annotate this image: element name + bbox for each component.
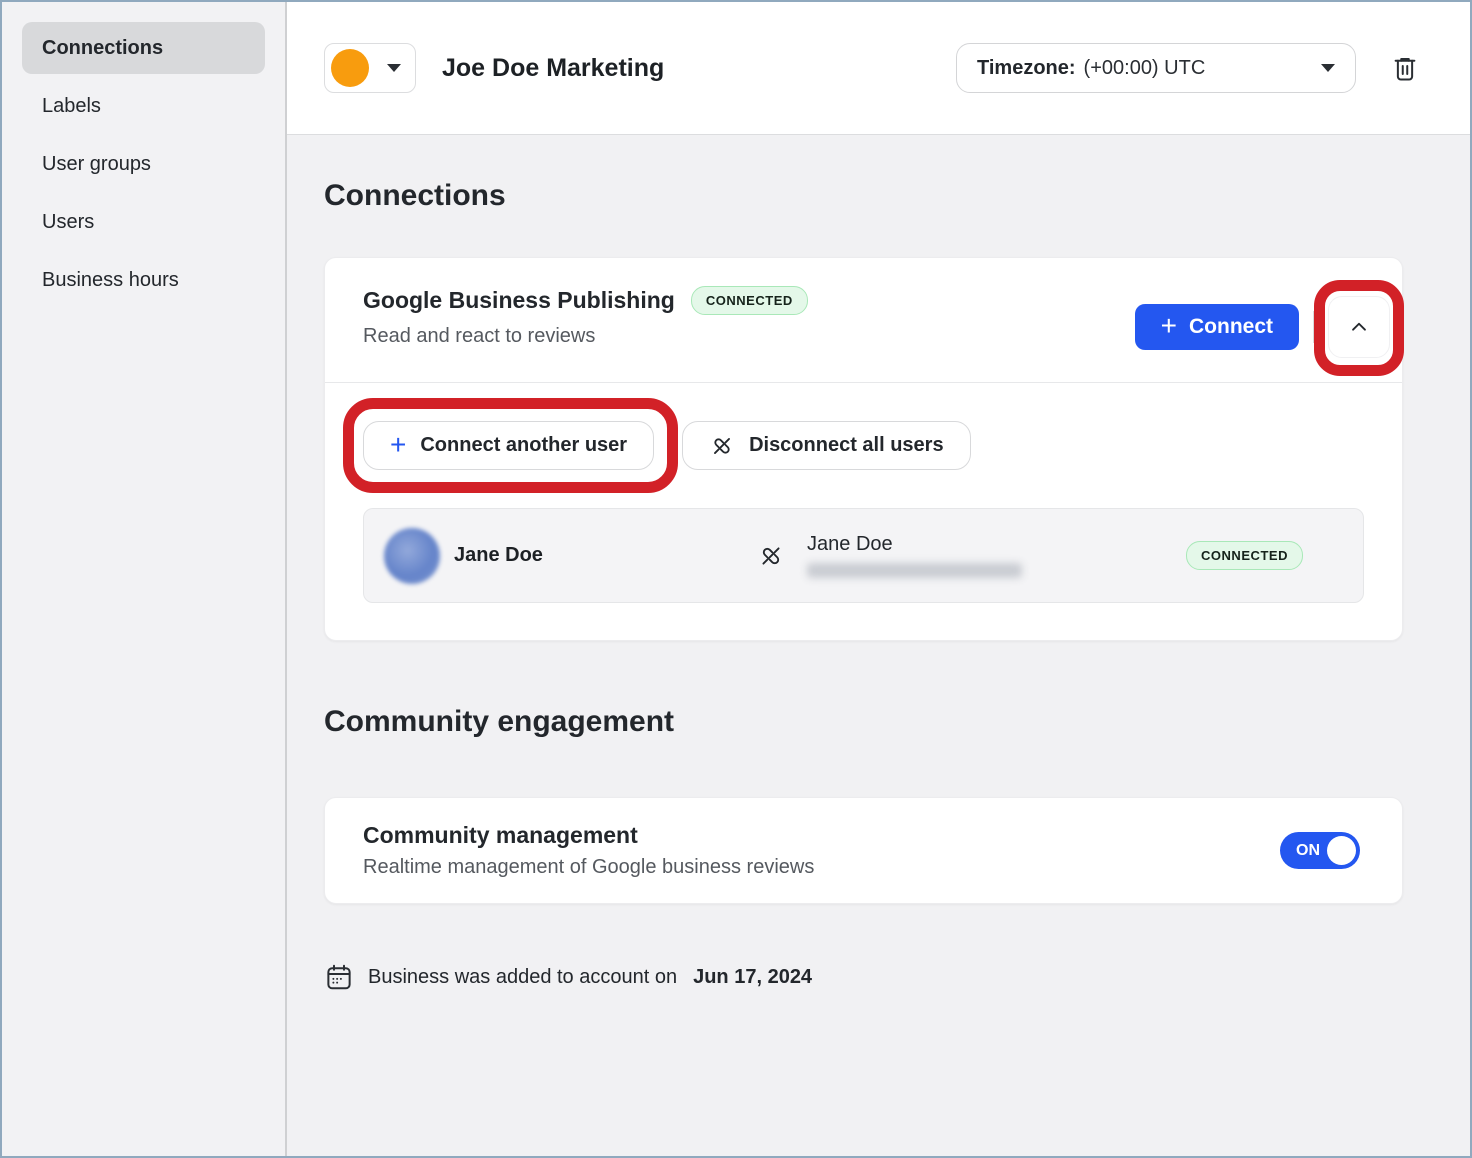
business-added-text: Business was added to account on — [368, 966, 677, 989]
timezone-select[interactable]: Timezone: (+00:00) UTC — [956, 43, 1356, 93]
business-added-note: Business was added to account on Jun 17,… — [324, 962, 1403, 992]
sidebar-item-business-hours[interactable]: Business hours — [22, 254, 265, 306]
connect-button[interactable]: + Connect — [1135, 304, 1299, 350]
community-management-card: Community management Realtime management… — [324, 797, 1403, 904]
trash-icon — [1390, 53, 1420, 83]
sidebar-item-user-groups[interactable]: User groups — [22, 138, 265, 190]
community-card-title: Community management — [363, 822, 814, 849]
user-name: Jane Doe — [454, 544, 543, 567]
connection-card-body: + Connect another user — [325, 382, 1402, 640]
page-title: Joe Doe Marketing — [442, 54, 664, 83]
account-name: Jane Doe — [807, 533, 1022, 556]
collapse-card-button[interactable] — [1328, 296, 1390, 358]
disconnect-all-users-label: Disconnect all users — [749, 434, 944, 457]
connections-heading: Connections — [324, 179, 1403, 213]
timezone-value: (+00:00) UTC — [1084, 57, 1206, 80]
app-window: Connections Labels User groups Users Bus… — [0, 0, 1472, 1158]
toggle-knob — [1327, 836, 1356, 865]
community-management-toggle[interactable]: ON — [1280, 832, 1360, 869]
settings-sidebar: Connections Labels User groups Users Bus… — [2, 2, 287, 1156]
connect-another-user-button[interactable]: + Connect another user — [363, 421, 654, 470]
connection-subtitle: Read and react to reviews — [363, 325, 1135, 348]
sidebar-item-label: Labels — [42, 95, 101, 118]
content-area: Connections Google Business Publishing C… — [287, 135, 1470, 1156]
sidebar-item-label: Users — [42, 211, 94, 234]
redacted-account-id — [807, 563, 1022, 578]
delete-business-button[interactable] — [1390, 53, 1420, 83]
divider — [1313, 311, 1314, 343]
user-avatar — [384, 528, 440, 584]
timezone-label: Timezone: — [977, 57, 1076, 80]
user-actions-row: + Connect another user — [363, 421, 1364, 470]
connection-title: Google Business Publishing — [363, 287, 675, 314]
status-badge: CONNECTED — [1186, 541, 1303, 570]
status-badge: CONNECTED — [691, 286, 808, 315]
sidebar-item-users[interactable]: Users — [22, 196, 265, 248]
toggle-state-label: ON — [1296, 842, 1320, 860]
disconnect-all-users-button[interactable]: Disconnect all users — [682, 421, 971, 470]
business-avatar-select[interactable] — [324, 43, 416, 93]
sidebar-item-label: Connections — [42, 37, 163, 60]
sidebar-item-label: Business hours — [42, 269, 179, 292]
business-avatar — [331, 49, 369, 87]
caret-down-icon — [1321, 64, 1335, 72]
community-engagement-heading: Community engagement — [324, 705, 1403, 739]
google-business-publishing-card: Google Business Publishing CONNECTED Rea… — [324, 257, 1403, 641]
business-header: Joe Doe Marketing Timezone: (+00:00) UTC — [287, 2, 1470, 135]
main-panel: Joe Doe Marketing Timezone: (+00:00) UTC… — [287, 2, 1470, 1156]
connection-actions: + Connect — [1135, 296, 1390, 358]
connected-user-row: Jane Doe Jane Doe — [363, 508, 1364, 603]
connect-button-label: Connect — [1189, 315, 1273, 339]
sidebar-item-labels[interactable]: Labels — [22, 80, 265, 132]
broken-link-icon — [709, 433, 735, 459]
connection-card-header: Google Business Publishing CONNECTED Rea… — [325, 258, 1402, 382]
connect-another-user-label: Connect another user — [420, 434, 627, 457]
caret-down-icon — [387, 64, 401, 72]
business-added-date: Jun 17, 2024 — [693, 966, 812, 989]
sidebar-item-connections[interactable]: Connections — [22, 22, 265, 74]
chevron-up-icon — [1346, 314, 1372, 340]
calendar-icon — [324, 962, 354, 992]
community-card-subtitle: Realtime management of Google business r… — [363, 856, 814, 879]
broken-link-icon[interactable] — [757, 542, 785, 570]
sidebar-item-label: User groups — [42, 153, 151, 176]
